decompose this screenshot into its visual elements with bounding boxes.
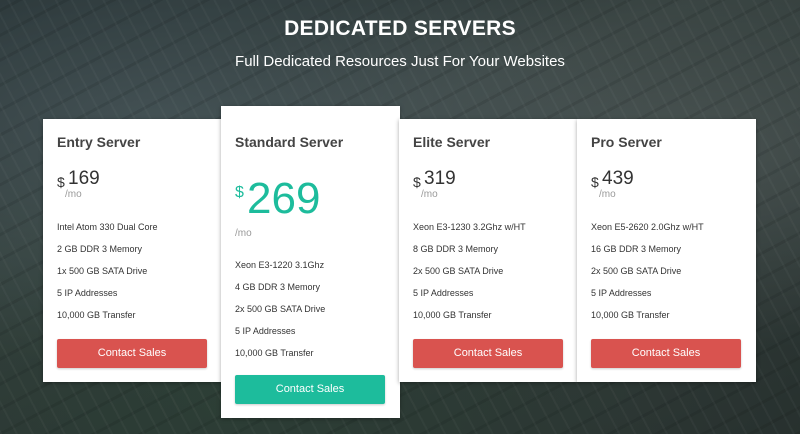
hero-section: DEDICATED SERVERS Full Dedicated Resourc…	[0, 0, 800, 434]
currency-symbol: $	[413, 174, 421, 190]
feature-list: Intel Atom 330 Dual Core 2 GB DDR 3 Memo…	[57, 221, 212, 331]
feature-item: Intel Atom 330 Dual Core	[57, 222, 158, 232]
price-period: /mo	[65, 189, 82, 200]
feature-item: 5 IP Addresses	[591, 288, 652, 298]
feature-item: Xeon E5-2620 2.0Ghz w/HT	[591, 222, 704, 232]
price-period: /mo	[599, 189, 616, 200]
feature-item: 5 IP Addresses	[413, 288, 474, 298]
currency-symbol: $	[235, 184, 244, 201]
feature-item: Xeon E3-1220 3.1Ghz	[235, 260, 325, 270]
contact-sales-button[interactable]: Contact Sales	[591, 339, 741, 368]
page-title: DEDICATED SERVERS	[284, 17, 516, 40]
price-period: /mo	[421, 189, 438, 200]
feature-item: 5 IP Addresses	[235, 326, 296, 336]
feature-item: 16 GB DDR 3 Memory	[591, 244, 682, 254]
plan-card-elite: Elite Server $ 319 /mo Xeon E3-1230 3.2G…	[399, 119, 578, 382]
price-amount: 439	[602, 168, 634, 189]
plan-name: Entry Server	[57, 134, 141, 150]
price-amount: 169	[68, 168, 100, 189]
contact-sales-button[interactable]: Contact Sales	[57, 339, 207, 368]
contact-sales-button[interactable]: Contact Sales	[413, 339, 563, 368]
feature-item: 2x 500 GB SATA Drive	[413, 266, 504, 276]
feature-item: 8 GB DDR 3 Memory	[413, 244, 499, 254]
feature-list: Xeon E5-2620 2.0Ghz w/HT 16 GB DDR 3 Mem…	[591, 221, 746, 331]
plan-name: Elite Server	[413, 134, 491, 150]
feature-item: 4 GB DDR 3 Memory	[235, 282, 321, 292]
price-period: /mo	[235, 228, 252, 239]
contact-sales-button[interactable]: Contact Sales	[235, 375, 385, 404]
page-subtitle: Full Dedicated Resources Just For Your W…	[235, 53, 565, 70]
feature-item: 10,000 GB Transfer	[57, 310, 136, 320]
feature-item: 2x 500 GB SATA Drive	[591, 266, 682, 276]
feature-item: Xeon E3-1230 3.2Ghz w/HT	[413, 222, 526, 232]
plan-name: Standard Server	[235, 134, 344, 150]
feature-item: 2x 500 GB SATA Drive	[235, 304, 326, 314]
price-amount: 319	[424, 168, 456, 189]
plan-name: Pro Server	[591, 134, 662, 150]
plan-card-entry: Entry Server $ 169 /mo Intel Atom 330 Du…	[43, 119, 222, 382]
feature-item: 1x 500 GB SATA Drive	[57, 266, 148, 276]
plan-card-standard: Standard Server $ 269 /mo Xeon E3-1220 3…	[221, 106, 400, 418]
feature-item: 5 IP Addresses	[57, 288, 118, 298]
currency-symbol: $	[591, 174, 599, 190]
feature-item: 10,000 GB Transfer	[413, 310, 492, 320]
feature-list: Xeon E3-1230 3.2Ghz w/HT 8 GB DDR 3 Memo…	[413, 221, 568, 331]
feature-list: Xeon E3-1220 3.1Ghz 4 GB DDR 3 Memory 2x…	[235, 259, 390, 369]
price-amount: 269	[247, 174, 321, 223]
currency-symbol: $	[57, 174, 65, 190]
feature-item: 2 GB DDR 3 Memory	[57, 244, 143, 254]
feature-item: 10,000 GB Transfer	[235, 348, 314, 358]
feature-item: 10,000 GB Transfer	[591, 310, 670, 320]
plan-card-pro: Pro Server $ 439 /mo Xeon E5-2620 2.0Ghz…	[577, 119, 756, 382]
